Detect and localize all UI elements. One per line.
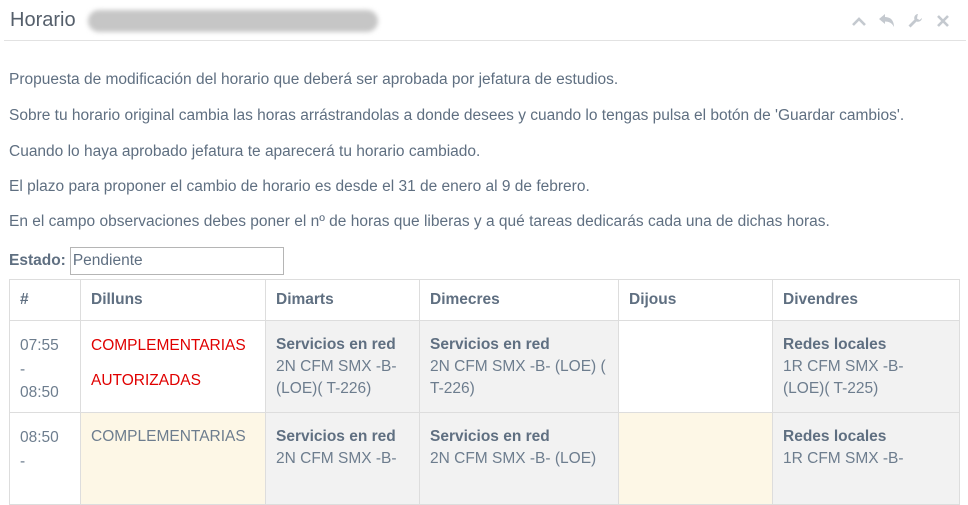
schedule-table: # Dilluns Dimarts Dimecres Dijous Divend… <box>9 279 960 505</box>
slot-dijous[interactable] <box>618 412 773 505</box>
slot-dimecres[interactable]: Servicios en red 2N CFM SMX -B- (LOE) <box>419 412 619 505</box>
subject-name: Servicios en red <box>276 336 396 353</box>
instruction-line: En el campo observaciones debes poner el… <box>9 213 830 230</box>
widget-toolbar <box>850 12 952 30</box>
slot-dijous[interactable] <box>618 320 773 413</box>
col-header-hour: # <box>9 279 81 321</box>
close-icon[interactable] <box>934 12 952 30</box>
subject-detail: 2N CFM SMX -B- (LOE) <box>430 450 597 467</box>
time-text: 08:50 - <box>20 429 59 470</box>
slot-divendres[interactable]: Redes locales 1R CFM SMX -B- <box>772 412 960 505</box>
slot-text: COMPLEMENTARIAS <box>91 428 246 445</box>
instruction-line: Sobre tu horario original cambia las hor… <box>9 107 905 124</box>
wrench-icon[interactable] <box>906 12 924 30</box>
subject-detail: 2N CFM SMX -B- <box>276 450 397 467</box>
subject-detail: 2N CFM SMX -B- (LOE) ( T-226) <box>430 358 606 397</box>
table-row: 08:50 - COMPLEMENTARIAS Servicios en red… <box>9 412 960 505</box>
header-row: # Dilluns Dimarts Dimecres Dijous Divend… <box>9 279 960 321</box>
slot-dimarts[interactable]: Servicios en red 2N CFM SMX -B- <box>265 412 420 505</box>
instruction-line: Propuesta de modificación del horario qu… <box>9 71 619 88</box>
redacted-teacher-name <box>88 10 378 32</box>
col-header-divendres: Divendres <box>772 279 960 321</box>
widget-title: Horario <box>10 9 76 31</box>
subject-name: Servicios en red <box>430 428 550 445</box>
slot-dimecres[interactable]: Servicios en red 2N CFM SMX -B- (LOE) ( … <box>419 320 619 413</box>
col-header-dimarts: Dimarts <box>265 279 420 321</box>
col-header-dilluns: Dilluns <box>80 279 266 321</box>
instruction-line: Cuando lo haya aprobado jefatura te apar… <box>9 143 481 160</box>
chevron-up-icon[interactable] <box>850 12 868 30</box>
time-cell: 08:50 - <box>9 412 81 505</box>
table-row: 07:55 - 08:50 COMPLEMENTARIAS AUTORIZADA… <box>9 320 960 413</box>
slot-text: COMPLEMENTARIAS AUTORIZADAS <box>91 337 246 389</box>
time-text: 07:55 - 08:50 <box>20 337 59 401</box>
undo-icon[interactable] <box>878 12 896 30</box>
slot-divendres[interactable]: Redes locales 1R CFM SMX -B- (LOE)( T-22… <box>772 320 960 413</box>
col-header-dijous: Dijous <box>618 279 773 321</box>
subject-name: Servicios en red <box>276 428 396 445</box>
subject-name: Servicios en red <box>430 336 550 353</box>
widget-header: Horario <box>4 0 966 41</box>
subject-detail: 1R CFM SMX -B- (LOE)( T-225) <box>783 358 904 397</box>
estado-row: Estado: <box>9 247 284 275</box>
estado-label: Estado: <box>9 252 66 269</box>
subject-detail: 1R CFM SMX -B- <box>783 450 904 467</box>
subject-name: Redes locales <box>783 336 887 353</box>
subject-name: Redes locales <box>783 428 887 445</box>
subject-detail: 2N CFM SMX -B- (LOE)( T-226) <box>276 358 397 397</box>
estado-field[interactable] <box>69 247 284 275</box>
time-cell: 07:55 - 08:50 <box>9 320 81 413</box>
slot-dilluns[interactable]: COMPLEMENTARIAS <box>80 412 266 505</box>
instruction-line: El plazo para proponer el cambio de hora… <box>9 178 590 195</box>
col-header-dimecres: Dimecres <box>419 279 619 321</box>
slot-dimarts[interactable]: Servicios en red 2N CFM SMX -B- (LOE)( T… <box>265 320 420 413</box>
slot-dilluns[interactable]: COMPLEMENTARIAS AUTORIZADAS <box>80 320 266 413</box>
